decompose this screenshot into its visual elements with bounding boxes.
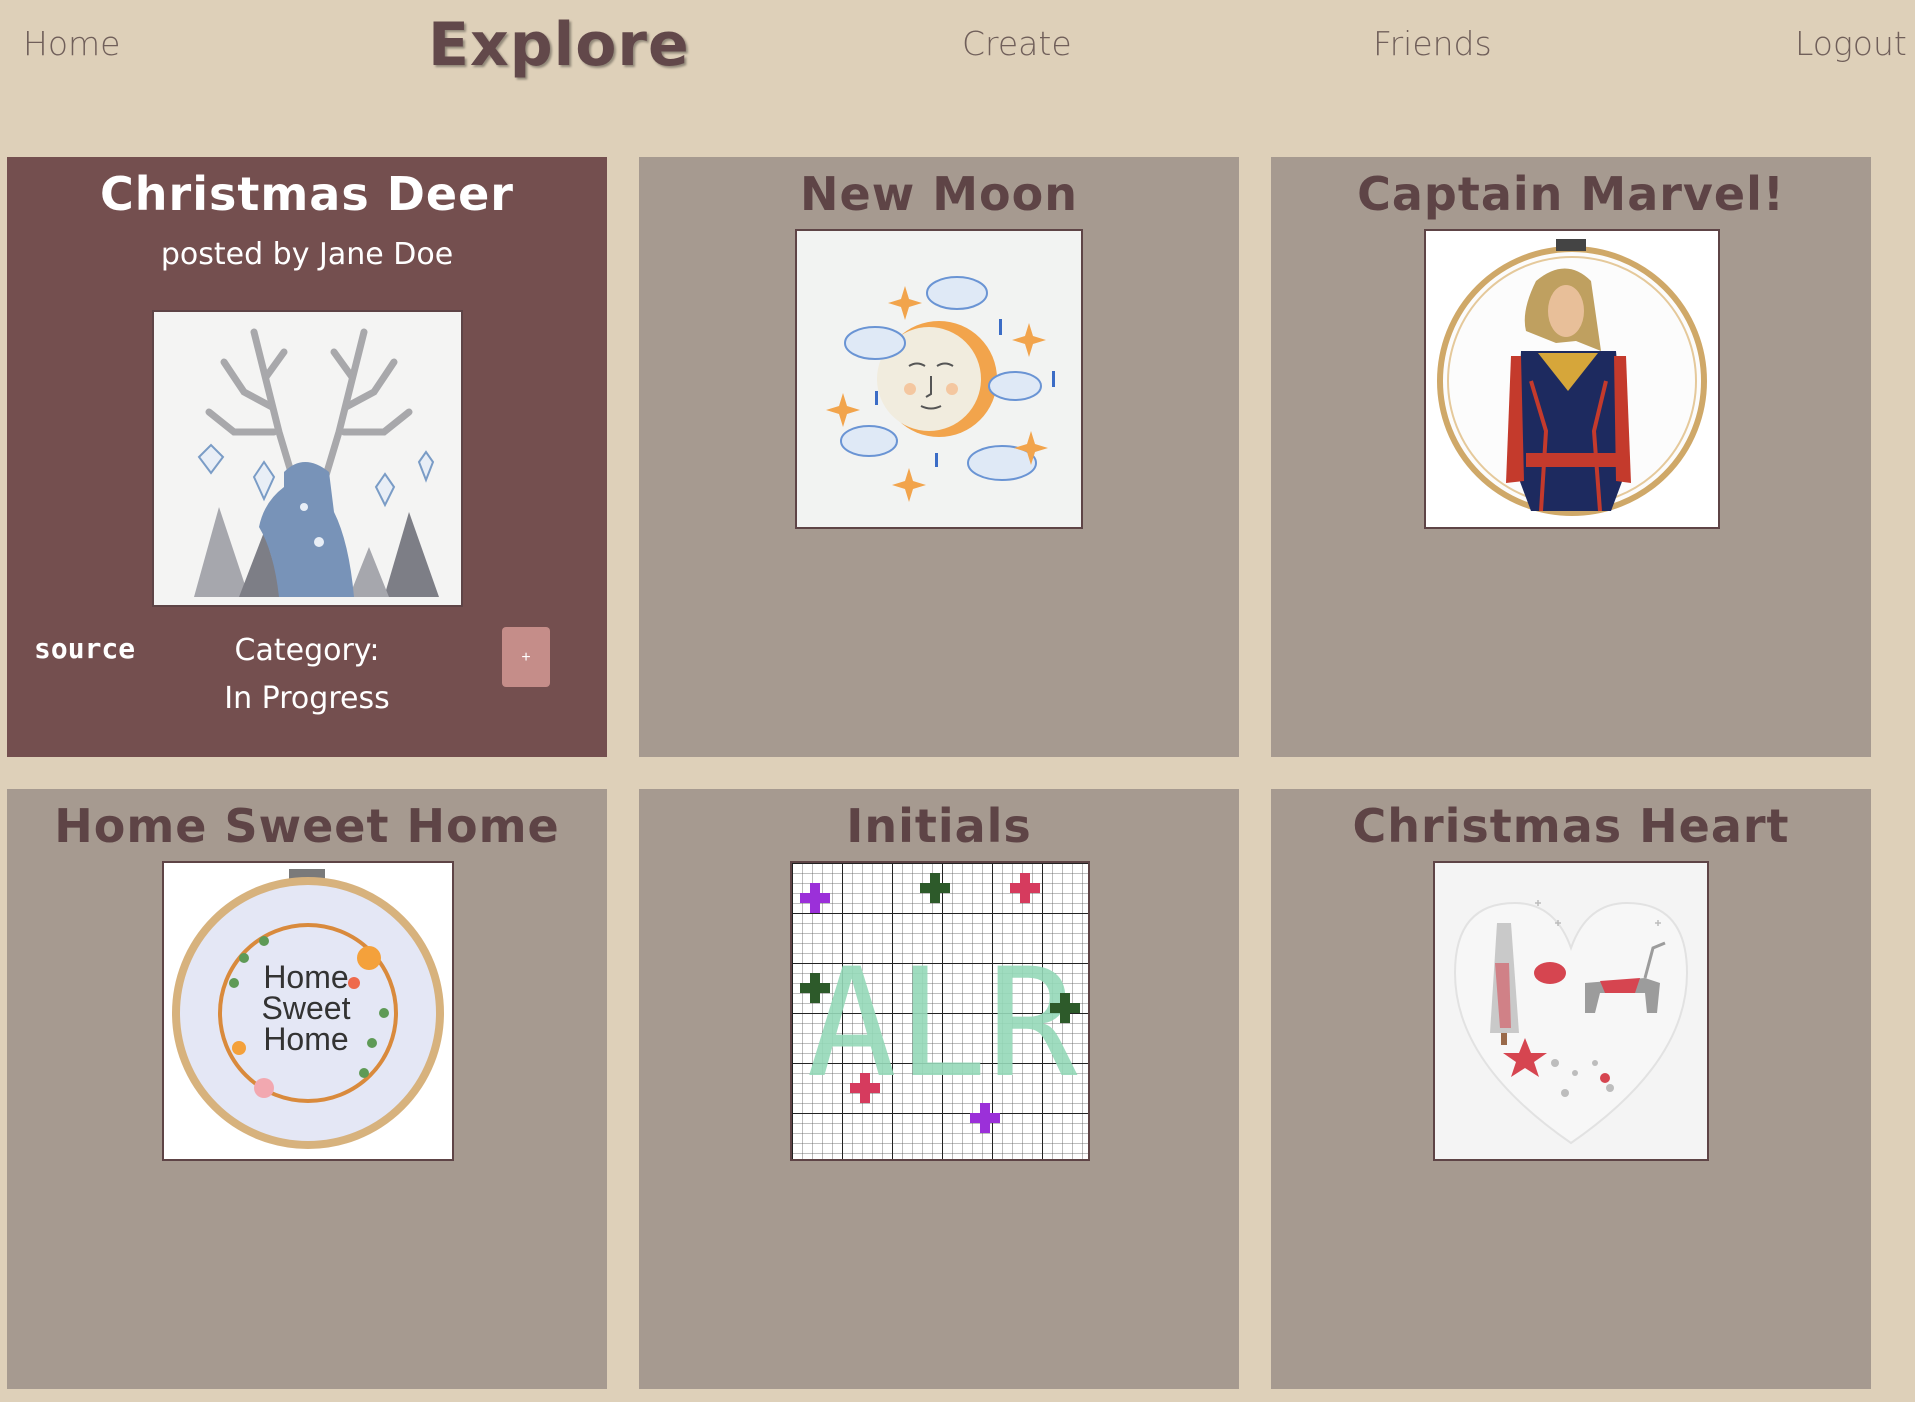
nav-logout-link[interactable]: Logout [1795,24,1907,63]
pattern-card-initials[interactable]: Initials ALR [639,789,1239,1389]
christmas-heart-illustration [1435,863,1707,1159]
category-label: Category: [234,633,380,668]
deer-illustration [154,312,461,605]
initials-grid-image[interactable]: ALR [790,861,1090,1161]
initials-illustration: ALR [792,863,1088,1159]
home-sweet-home-hoop-image[interactable]: Home Sweet Home [162,861,454,1161]
pattern-card-christmas-deer[interactable]: Christmas Deer posted by Jane Doe source… [7,157,607,757]
nav-friends-link[interactable]: Friends [1373,24,1492,63]
card-title: Christmas Heart [1352,799,1790,853]
card-title: Captain Marvel! [1357,167,1785,221]
posted-by: posted by Jane Doe [160,237,454,272]
home-sweet-home-illustration: Home Sweet Home [164,863,452,1159]
page-title: Explore [428,10,690,80]
card-title: Initials [846,799,1032,853]
source-link[interactable]: source [34,632,135,665]
captain-marvel-cross-stitch-image[interactable] [1424,229,1720,529]
pattern-card-new-moon[interactable]: New Moon [639,157,1239,757]
card-title: Christmas Deer [100,167,514,221]
captain-marvel-illustration [1426,231,1718,527]
deer-cross-stitch-image[interactable] [152,310,463,607]
pattern-card-christmas-heart[interactable]: Christmas Heart [1271,789,1871,1389]
moon-illustration [797,231,1081,527]
add-button[interactable]: + [502,627,550,687]
category-info: Category: In Progress [157,627,457,723]
moon-cross-stitch-image[interactable] [795,229,1083,529]
card-title: Home Sweet Home [54,799,560,853]
hoop-text-line-3: Home [263,1021,348,1057]
card-title: New Moon [800,167,1078,221]
christmas-heart-image[interactable] [1433,861,1709,1161]
initials-text: ALR [807,937,1079,1111]
top-nav: Home Explore Create Friends Logout [0,0,1915,100]
category-value: In Progress [224,681,390,716]
pattern-card-home-sweet-home[interactable]: Home Sweet Home Home Sweet Home [7,789,607,1389]
nav-home-link[interactable]: Home [23,24,120,63]
nav-create-link[interactable]: Create [962,24,1072,63]
pattern-card-captain-marvel[interactable]: Captain Marvel! [1271,157,1871,757]
